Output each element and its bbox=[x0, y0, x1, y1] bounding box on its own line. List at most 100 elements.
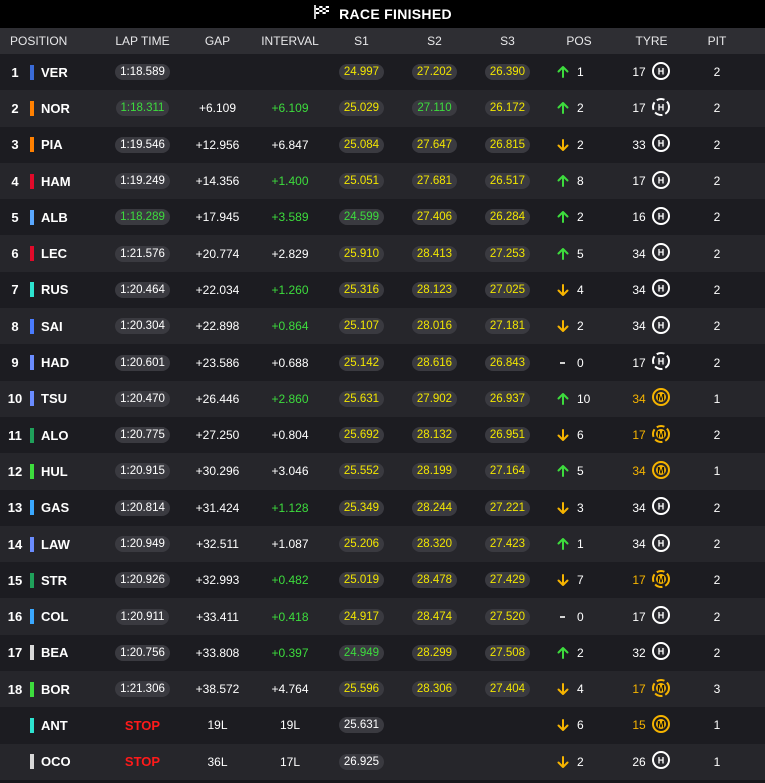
table-row[interactable]: 13 GAS 1:20.814 +31.424 +1.128 25.349 28.244 27… bbox=[0, 489, 765, 526]
driver-abbreviation[interactable]: PIA bbox=[41, 137, 63, 152]
s3-time: 26.843 bbox=[484, 354, 531, 371]
svg-text:H: H bbox=[657, 175, 664, 185]
driver-abbreviation[interactable]: BEA bbox=[41, 645, 68, 660]
col-s1[interactable]: S1 bbox=[325, 34, 398, 48]
s2-cell: 27.202 bbox=[398, 64, 471, 81]
table-row[interactable]: 12 HUL 1:20.915 +30.296 +3.046 25.552 28.199 27… bbox=[0, 453, 765, 490]
s2-time: 27.647 bbox=[411, 136, 458, 153]
lap-time-cell: 1:20.304 bbox=[105, 318, 180, 335]
medium-tyre-icon: M bbox=[651, 460, 671, 483]
driver-abbreviation[interactable]: STR bbox=[41, 573, 67, 588]
driver-abbreviation[interactable]: VER bbox=[41, 65, 68, 80]
driver-abbreviation[interactable]: NOR bbox=[41, 101, 70, 116]
position-change-value: 2 bbox=[577, 754, 584, 769]
position-change-cell: 6 bbox=[544, 428, 614, 442]
gap-value: +33.808 bbox=[195, 645, 240, 660]
driver-abbreviation[interactable]: TSU bbox=[41, 391, 67, 406]
driver-abbreviation[interactable]: ALB bbox=[41, 210, 68, 225]
driver-abbreviation[interactable]: HUL bbox=[41, 464, 68, 479]
lap-time-value: 1:20.911 bbox=[115, 608, 170, 625]
s1-time: 25.596 bbox=[338, 681, 385, 698]
table-row[interactable]: 14 LAW 1:20.949 +32.511 +1.087 25.206 28.320 27… bbox=[0, 525, 765, 563]
table-row[interactable]: 15 STR 1:20.926 +32.993 +0.482 25.019 28.478 27… bbox=[0, 562, 765, 599]
s3-time: 26.815 bbox=[484, 136, 531, 153]
col-s2[interactable]: S2 bbox=[398, 34, 471, 48]
tyre-cell: 15 M bbox=[614, 714, 689, 737]
s2-cell: 28.478 bbox=[398, 572, 471, 589]
table-row[interactable]: 6 LEC 1:21.576 +20.774 +2.829 25.910 28.413 27.… bbox=[0, 235, 765, 272]
driver-abbreviation[interactable]: GAS bbox=[41, 500, 69, 515]
table-row[interactable]: 18 BOR 1:21.306 +38.572 +4.764 25.596 28.306 27… bbox=[0, 671, 765, 708]
gap-value: +32.511 bbox=[196, 537, 239, 551]
table-row[interactable]: 11 ALO 1:20.775 +27.250 +0.804 25.692 28.132 26… bbox=[0, 416, 765, 454]
table-row[interactable]: 10 TSU 1:20.470 +26.446 +2.860 25.631 27.902 26… bbox=[0, 380, 765, 417]
position-change-value: 5 bbox=[577, 246, 584, 261]
s1-time: 25.107 bbox=[338, 318, 385, 335]
table-row[interactable]: 1 VER 1:18.589 24.997 27.202 26.390 1 17 H 2 bbox=[0, 54, 765, 91]
table-row[interactable]: 3 PIA 1:19.546 +12.956 +6.847 25.084 27.647 26.… bbox=[0, 126, 765, 163]
driver-abbreviation[interactable]: OCO bbox=[41, 754, 71, 769]
driver-abbreviation[interactable]: RUS bbox=[41, 282, 68, 297]
lap-time-cell: STOP bbox=[105, 718, 180, 733]
pit-stops: 2 bbox=[713, 500, 721, 515]
driver-abbreviation[interactable]: BOR bbox=[41, 682, 70, 697]
col-pit[interactable]: PIT bbox=[689, 34, 745, 48]
table-row[interactable]: 5 ALB 1:18.289 +17.945 +3.589 24.599 27.406 26.… bbox=[0, 199, 765, 236]
driver-abbreviation[interactable]: LAW bbox=[41, 537, 70, 552]
s1-cell: 25.692 bbox=[325, 427, 398, 444]
table-row[interactable]: 9 HAD 1:20.601 +23.586 +0.688 25.142 28.616 26.… bbox=[0, 344, 765, 381]
driver-abbreviation[interactable]: LEC bbox=[41, 246, 67, 261]
driver-abbreviation[interactable]: COL bbox=[41, 609, 68, 624]
table-row[interactable]: OCO STOP 36L 17L 26.925 2 26 H 1 bbox=[0, 743, 765, 780]
position-cell: 5 ALB bbox=[0, 209, 105, 225]
col-interval[interactable]: INTERVAL bbox=[255, 34, 325, 48]
s1-cell: 25.349 bbox=[325, 499, 398, 516]
tyre-age: 34 bbox=[632, 537, 646, 551]
interval-value: +0.688 bbox=[271, 355, 309, 370]
s1-cell: 24.599 bbox=[325, 209, 398, 226]
used-medium-tyre-icon: M bbox=[651, 569, 671, 592]
pit-stops: 2 bbox=[713, 319, 721, 334]
position-number: 3 bbox=[11, 137, 19, 153]
position-change-value: 2 bbox=[577, 210, 584, 225]
tyre-age: 17 bbox=[632, 174, 646, 189]
s2-cell: 28.616 bbox=[398, 354, 471, 371]
tyre-cell: 34 H bbox=[614, 496, 689, 519]
col-tyre[interactable]: TYRE bbox=[614, 34, 689, 48]
col-pos-change[interactable]: POS bbox=[544, 34, 614, 48]
s1-cell: 25.552 bbox=[325, 463, 398, 480]
col-lap-time[interactable]: LAP TIME bbox=[105, 34, 180, 48]
table-row[interactable]: 17 BEA 1:20.756 +33.808 +0.397 24.949 28.299 27… bbox=[0, 634, 765, 672]
used-medium-tyre-icon: M bbox=[651, 424, 671, 447]
pit-stops: 3 bbox=[713, 682, 721, 697]
s2-cell: 27.902 bbox=[398, 390, 471, 407]
table-row[interactable]: ANT STOP 19L 19L 25.631 6 15 M 1 bbox=[0, 707, 765, 744]
driver-abbreviation[interactable]: ANT bbox=[41, 718, 68, 733]
s2-time: 27.902 bbox=[411, 390, 458, 407]
table-row[interactable]: 7 RUS 1:20.464 +22.034 +1.260 25.316 28.123 27.… bbox=[0, 271, 765, 309]
tyre-age: 17 bbox=[632, 682, 646, 697]
checkered-flag-icon bbox=[313, 4, 331, 25]
s1-cell: 25.596 bbox=[325, 681, 398, 698]
table-row[interactable]: 2 NOR 1:18.311 +6.109 +6.109 25.029 27.110 26.1… bbox=[0, 90, 765, 127]
position-number: 6 bbox=[11, 246, 19, 262]
driver-abbreviation[interactable]: ALO bbox=[41, 428, 68, 443]
driver-abbreviation[interactable]: HAM bbox=[41, 174, 71, 189]
title-bar: RACE FINISHED bbox=[0, 0, 765, 28]
tyre-age: 34 bbox=[632, 464, 646, 479]
s2-time: 28.244 bbox=[411, 499, 458, 516]
table-row[interactable]: 16 COL 1:20.911 +33.411 +0.418 24.917 28.474 27… bbox=[0, 598, 765, 635]
driver-abbreviation[interactable]: SAI bbox=[41, 319, 63, 334]
s2-time: 27.110 bbox=[412, 100, 457, 117]
s3-time: 27.253 bbox=[484, 245, 531, 262]
s1-time: 24.949 bbox=[338, 644, 385, 661]
col-position[interactable]: POSITION bbox=[0, 34, 105, 48]
table-row[interactable]: 8 SAI 1:20.304 +22.898 +0.864 25.107 28.016 27.… bbox=[0, 308, 765, 345]
s1-cell: 25.142 bbox=[325, 354, 398, 371]
col-s3[interactable]: S3 bbox=[471, 34, 544, 48]
driver-abbreviation[interactable]: HAD bbox=[41, 355, 69, 370]
table-row[interactable]: 4 HAM 1:19.249 +14.356 +1.400 25.051 27.681 26.… bbox=[0, 162, 765, 200]
col-gap[interactable]: GAP bbox=[180, 34, 255, 48]
lap-time-cell: 1:20.926 bbox=[105, 572, 180, 589]
position-change-cell: 7 bbox=[544, 573, 614, 587]
